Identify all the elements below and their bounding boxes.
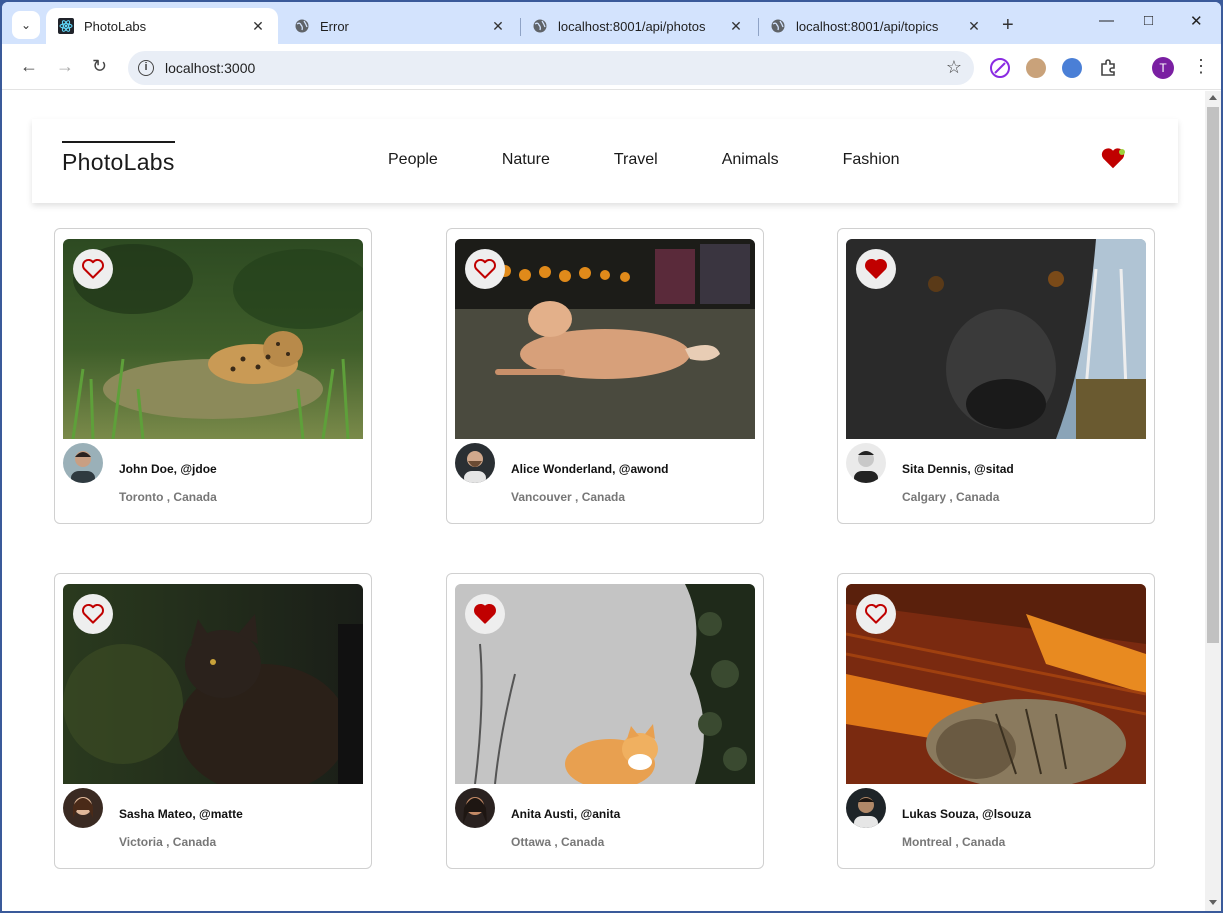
like-button[interactable] [73,249,113,289]
globe-icon [770,18,786,34]
tab-error[interactable]: Error ✕ [282,8,518,44]
tab-strip: ⌄ PhotoLabs ✕ Error ✕ localhost:8001/api… [2,2,1221,44]
vertical-scrollbar[interactable] [1205,91,1221,911]
bookmark-star-icon[interactable]: ☆ [946,57,962,78]
photographer-name: Alice Wonderland, @awond [511,462,669,476]
photo-card[interactable]: Anita Austi, @anita Ottawa , Canada [446,573,764,869]
app-logo[interactable]: PhotoLabs [62,141,175,176]
new-tab-icon[interactable]: + [1002,14,1014,37]
photo-location: Ottawa , Canada [511,835,605,849]
browser-window: ⌄ PhotoLabs ✕ Error ✕ localhost:8001/api… [2,2,1221,911]
globe-icon [294,18,310,34]
close-icon[interactable]: ✕ [490,18,506,35]
site-info-icon[interactable]: i [138,60,154,76]
photo-card[interactable]: Lukas Souza, @lsouza Montreal , Canada [837,573,1155,869]
heart-filled-icon [474,603,496,624]
extension-shield-icon[interactable] [1062,58,1082,78]
tab-api-topics[interactable]: localhost:8001/api/topics ✕ [758,8,994,44]
tab-title: PhotoLabs [84,18,147,34]
photographer-name: Lukas Souza, @lsouza [902,807,1032,821]
photo-card[interactable]: John Doe, @jdoe Toronto , Canada [54,228,372,524]
photographer-name: John Doe, @jdoe [119,462,217,476]
photographer-name: Anita Austi, @anita [511,807,621,821]
photo-location: Montreal , Canada [902,835,1006,849]
photo-card[interactable]: Alice Wonderland, @awond Vancouver , Can… [446,228,764,524]
topic-nature[interactable]: Nature [502,151,550,169]
photo-location: Victoria , Canada [119,835,217,849]
notification-dot [1119,149,1125,155]
chevron-down-icon: ⌄ [20,18,32,32]
scrollbar-thumb[interactable] [1207,107,1219,643]
avatar [846,788,886,828]
heart-outline-icon [82,603,104,624]
topic-people[interactable]: People [388,151,438,169]
like-button[interactable] [465,249,505,289]
extension-avatar-icon[interactable] [1026,58,1046,78]
forward-icon[interactable]: → [56,56,74,77]
tab-api-photos[interactable]: localhost:8001/api/photos ✕ [520,8,756,44]
like-button[interactable] [465,594,505,634]
topic-list: People Nature Travel Animals Fashion [388,151,964,169]
like-button[interactable] [856,249,896,289]
photo-location: Vancouver , Canada [511,490,626,504]
avatar [63,788,103,828]
page-viewport: PhotoLabs People Nature Travel Animals F… [2,91,1205,911]
close-icon[interactable]: ✕ [728,18,744,35]
back-icon[interactable]: ← [20,56,38,77]
tab-photolabs[interactable]: PhotoLabs ✕ [46,8,278,44]
scroll-down-icon[interactable] [1209,900,1217,905]
profile-avatar[interactable]: T [1152,57,1174,79]
extension-block-icon[interactable] [990,58,1010,78]
close-icon[interactable]: ✕ [966,18,982,35]
tab-title: localhost:8001/api/photos [558,18,706,34]
tab-title: localhost:8001/api/topics [796,18,939,34]
topic-fashion[interactable]: Fashion [843,151,900,169]
like-button[interactable] [856,594,896,634]
topic-travel[interactable]: Travel [614,151,658,169]
top-navigation-bar: PhotoLabs People Nature Travel Animals F… [32,119,1178,203]
heart-outline-icon [474,258,496,279]
browser-toolbar: ← → ↻ i localhost:3000 ☆ T ⋮ [2,44,1221,90]
scroll-up-icon[interactable] [1209,95,1217,100]
tab-title: Error [320,18,349,34]
extensions-puzzle-icon[interactable] [1098,58,1118,78]
avatar [455,788,495,828]
topic-animals[interactable]: Animals [722,151,779,169]
favourites-badge[interactable] [1100,147,1126,169]
like-button[interactable] [73,594,113,634]
react-icon [58,18,74,34]
photo-card[interactable]: Sasha Mateo, @matte Victoria , Canada [54,573,372,869]
url-text: localhost:3000 [165,60,256,76]
globe-icon [532,18,548,34]
tab-search-button[interactable]: ⌄ [12,11,40,39]
photo-card[interactable]: Sita Dennis, @sitad Calgary , Canada [837,228,1155,524]
photo-location: Calgary , Canada [902,490,1000,504]
close-icon[interactable]: ✕ [250,18,266,35]
heart-filled-icon [865,258,887,279]
heart-outline-icon [82,258,104,279]
photo-location: Toronto , Canada [119,490,217,504]
avatar [455,443,495,483]
minimize-icon[interactable]: — [1099,12,1114,29]
avatar [63,443,103,483]
heart-outline-icon [865,603,887,624]
photographer-name: Sasha Mateo, @matte [119,807,243,821]
reload-icon[interactable]: ↻ [92,56,107,77]
maximize-icon[interactable]: □ [1144,12,1153,29]
address-bar[interactable]: i localhost:3000 ☆ [128,51,974,85]
photographer-name: Sita Dennis, @sitad [902,462,1014,476]
window-close-icon[interactable]: ✕ [1190,12,1203,30]
avatar [846,443,886,483]
menu-kebab-icon[interactable]: ⋮ [1192,56,1210,77]
